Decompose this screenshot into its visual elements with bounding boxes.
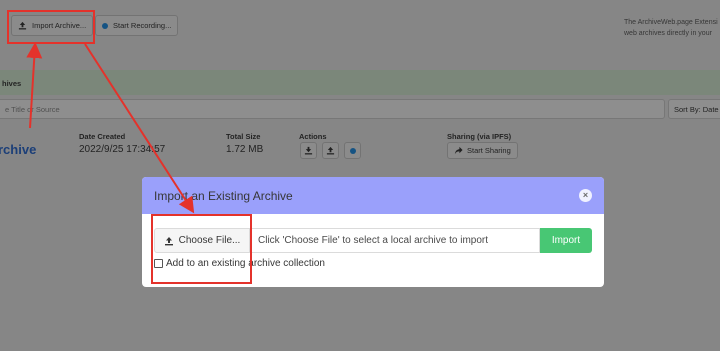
annotation-arrow-down (84, 43, 195, 214)
annotation-arrows (26, 42, 195, 214)
annotation-arrow-up (26, 42, 43, 129)
